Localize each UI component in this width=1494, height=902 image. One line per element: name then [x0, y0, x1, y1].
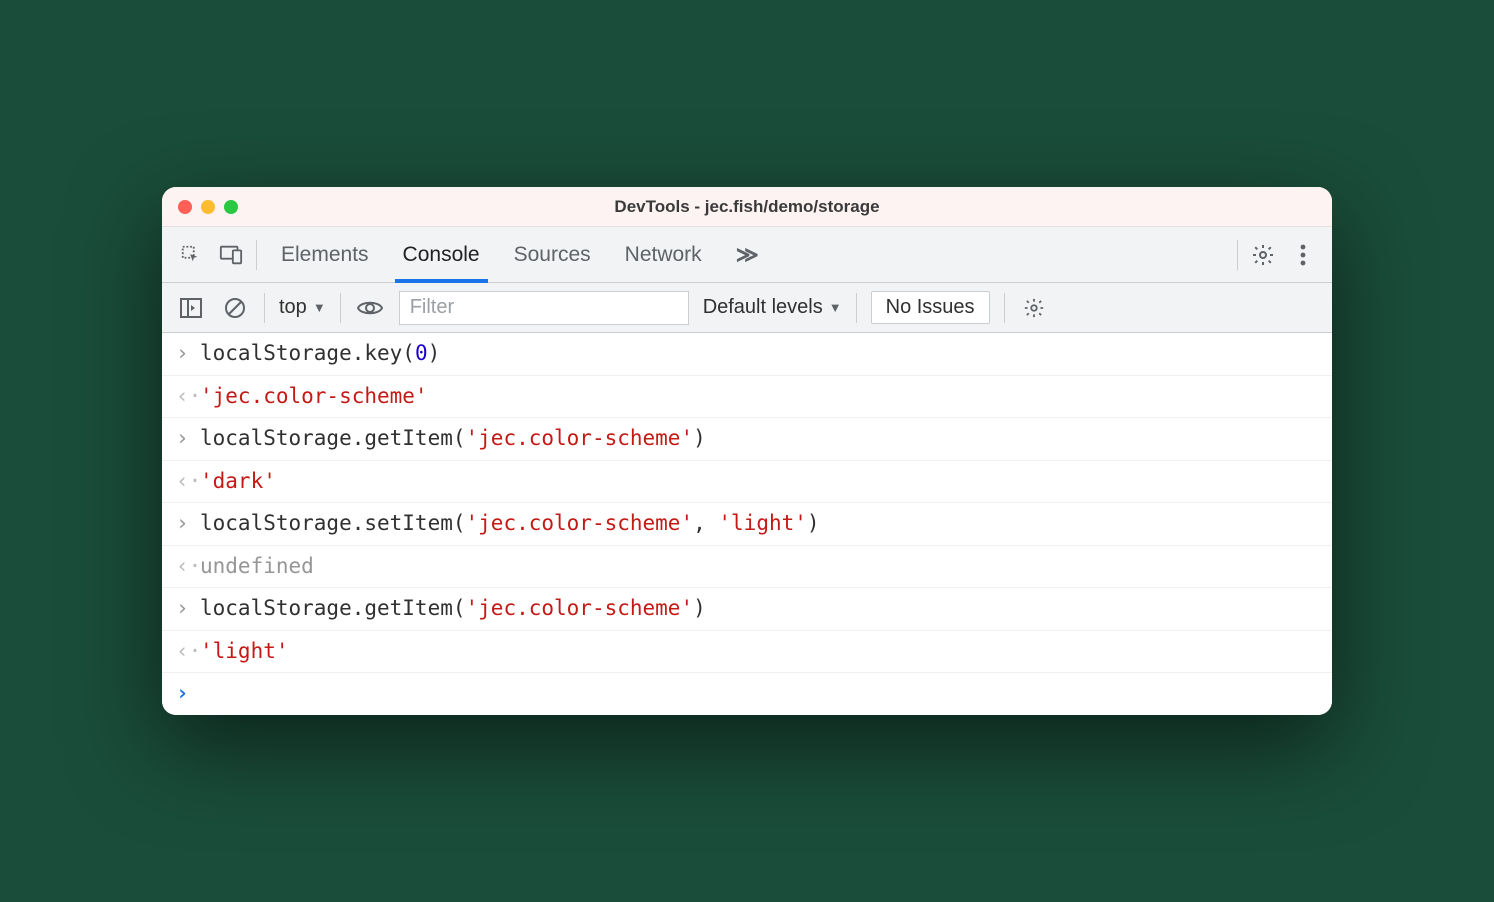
console-row: ›localStorage.setItem('jec.color-scheme'…	[162, 503, 1332, 546]
context-label: top	[279, 296, 307, 319]
console-row: ›	[162, 673, 1332, 715]
console-line: 'light'	[200, 636, 1318, 668]
levels-label: Default levels	[703, 296, 823, 319]
output-marker-icon: ‹·	[176, 466, 200, 498]
tab-sources[interactable]: Sources	[514, 227, 591, 282]
window-title: DevTools - jec.fish/demo/storage	[162, 197, 1332, 217]
inspect-element-icon[interactable]	[176, 240, 206, 270]
console-row: ›localStorage.key(0)	[162, 333, 1332, 376]
prompt-marker-icon: ›	[176, 678, 200, 710]
maximize-window-button[interactable]	[224, 200, 238, 214]
output-marker-icon: ‹·	[176, 381, 200, 413]
toolbar-divider	[1237, 240, 1238, 270]
console-line: localStorage.setItem('jec.color-scheme',…	[200, 508, 1318, 540]
console-line: undefined	[200, 551, 1318, 583]
minimize-window-button[interactable]	[201, 200, 215, 214]
clear-console-icon[interactable]	[220, 293, 250, 323]
input-marker-icon: ›	[176, 593, 200, 625]
filter-input[interactable]	[399, 291, 689, 325]
console-toolbar: top ▼ Default levels ▼ No Issues	[162, 283, 1332, 333]
output-marker-icon: ‹·	[176, 636, 200, 668]
chevron-down-icon: ▼	[829, 300, 842, 315]
context-selector[interactable]: top ▼	[279, 296, 326, 319]
console-row: ›localStorage.getItem('jec.color-scheme'…	[162, 418, 1332, 461]
titlebar: DevTools - jec.fish/demo/storage	[162, 187, 1332, 227]
toolbar-divider	[264, 293, 265, 323]
console-input-line[interactable]	[200, 678, 1318, 710]
tab-network[interactable]: Network	[625, 227, 702, 282]
input-marker-icon: ›	[176, 338, 200, 370]
console-line: 'jec.color-scheme'	[200, 381, 1318, 413]
tab-console[interactable]: Console	[403, 227, 480, 282]
toolbar-divider	[256, 240, 257, 270]
tab-elements[interactable]: Elements	[281, 227, 369, 282]
toolbar-divider	[856, 293, 857, 323]
main-toolbar: Elements Console Sources Network ≫	[162, 227, 1332, 283]
log-levels-selector[interactable]: Default levels ▼	[703, 296, 842, 319]
console-row: ‹·undefined	[162, 546, 1332, 589]
console-row: ‹·'light'	[162, 631, 1332, 674]
console-row: ›localStorage.getItem('jec.color-scheme'…	[162, 588, 1332, 631]
panel-tabs: Elements Console Sources Network ≫	[281, 227, 759, 282]
input-marker-icon: ›	[176, 423, 200, 455]
toolbar-divider	[1004, 293, 1005, 323]
live-expression-eye-icon[interactable]	[355, 293, 385, 323]
toggle-sidebar-icon[interactable]	[176, 293, 206, 323]
issues-button[interactable]: No Issues	[871, 291, 990, 324]
traffic-lights	[178, 200, 238, 214]
console-output[interactable]: ›localStorage.key(0)‹·'jec.color-scheme'…	[162, 333, 1332, 715]
console-line: localStorage.key(0)	[200, 338, 1318, 370]
console-line: 'dark'	[200, 466, 1318, 498]
toolbar-divider	[340, 293, 341, 323]
output-marker-icon: ‹·	[176, 551, 200, 583]
tabs-overflow-icon[interactable]: ≫	[736, 242, 759, 268]
devtools-window: DevTools - jec.fish/demo/storage Element…	[162, 187, 1332, 715]
settings-gear-icon[interactable]	[1248, 240, 1278, 270]
console-row: ‹·'dark'	[162, 461, 1332, 504]
console-line: localStorage.getItem('jec.color-scheme')	[200, 593, 1318, 625]
console-line: localStorage.getItem('jec.color-scheme')	[200, 423, 1318, 455]
kebab-menu-icon[interactable]	[1288, 240, 1318, 270]
close-window-button[interactable]	[178, 200, 192, 214]
device-toolbar-icon[interactable]	[216, 240, 246, 270]
chevron-down-icon: ▼	[313, 300, 326, 315]
console-row: ‹·'jec.color-scheme'	[162, 376, 1332, 419]
input-marker-icon: ›	[176, 508, 200, 540]
console-settings-gear-icon[interactable]	[1019, 293, 1049, 323]
